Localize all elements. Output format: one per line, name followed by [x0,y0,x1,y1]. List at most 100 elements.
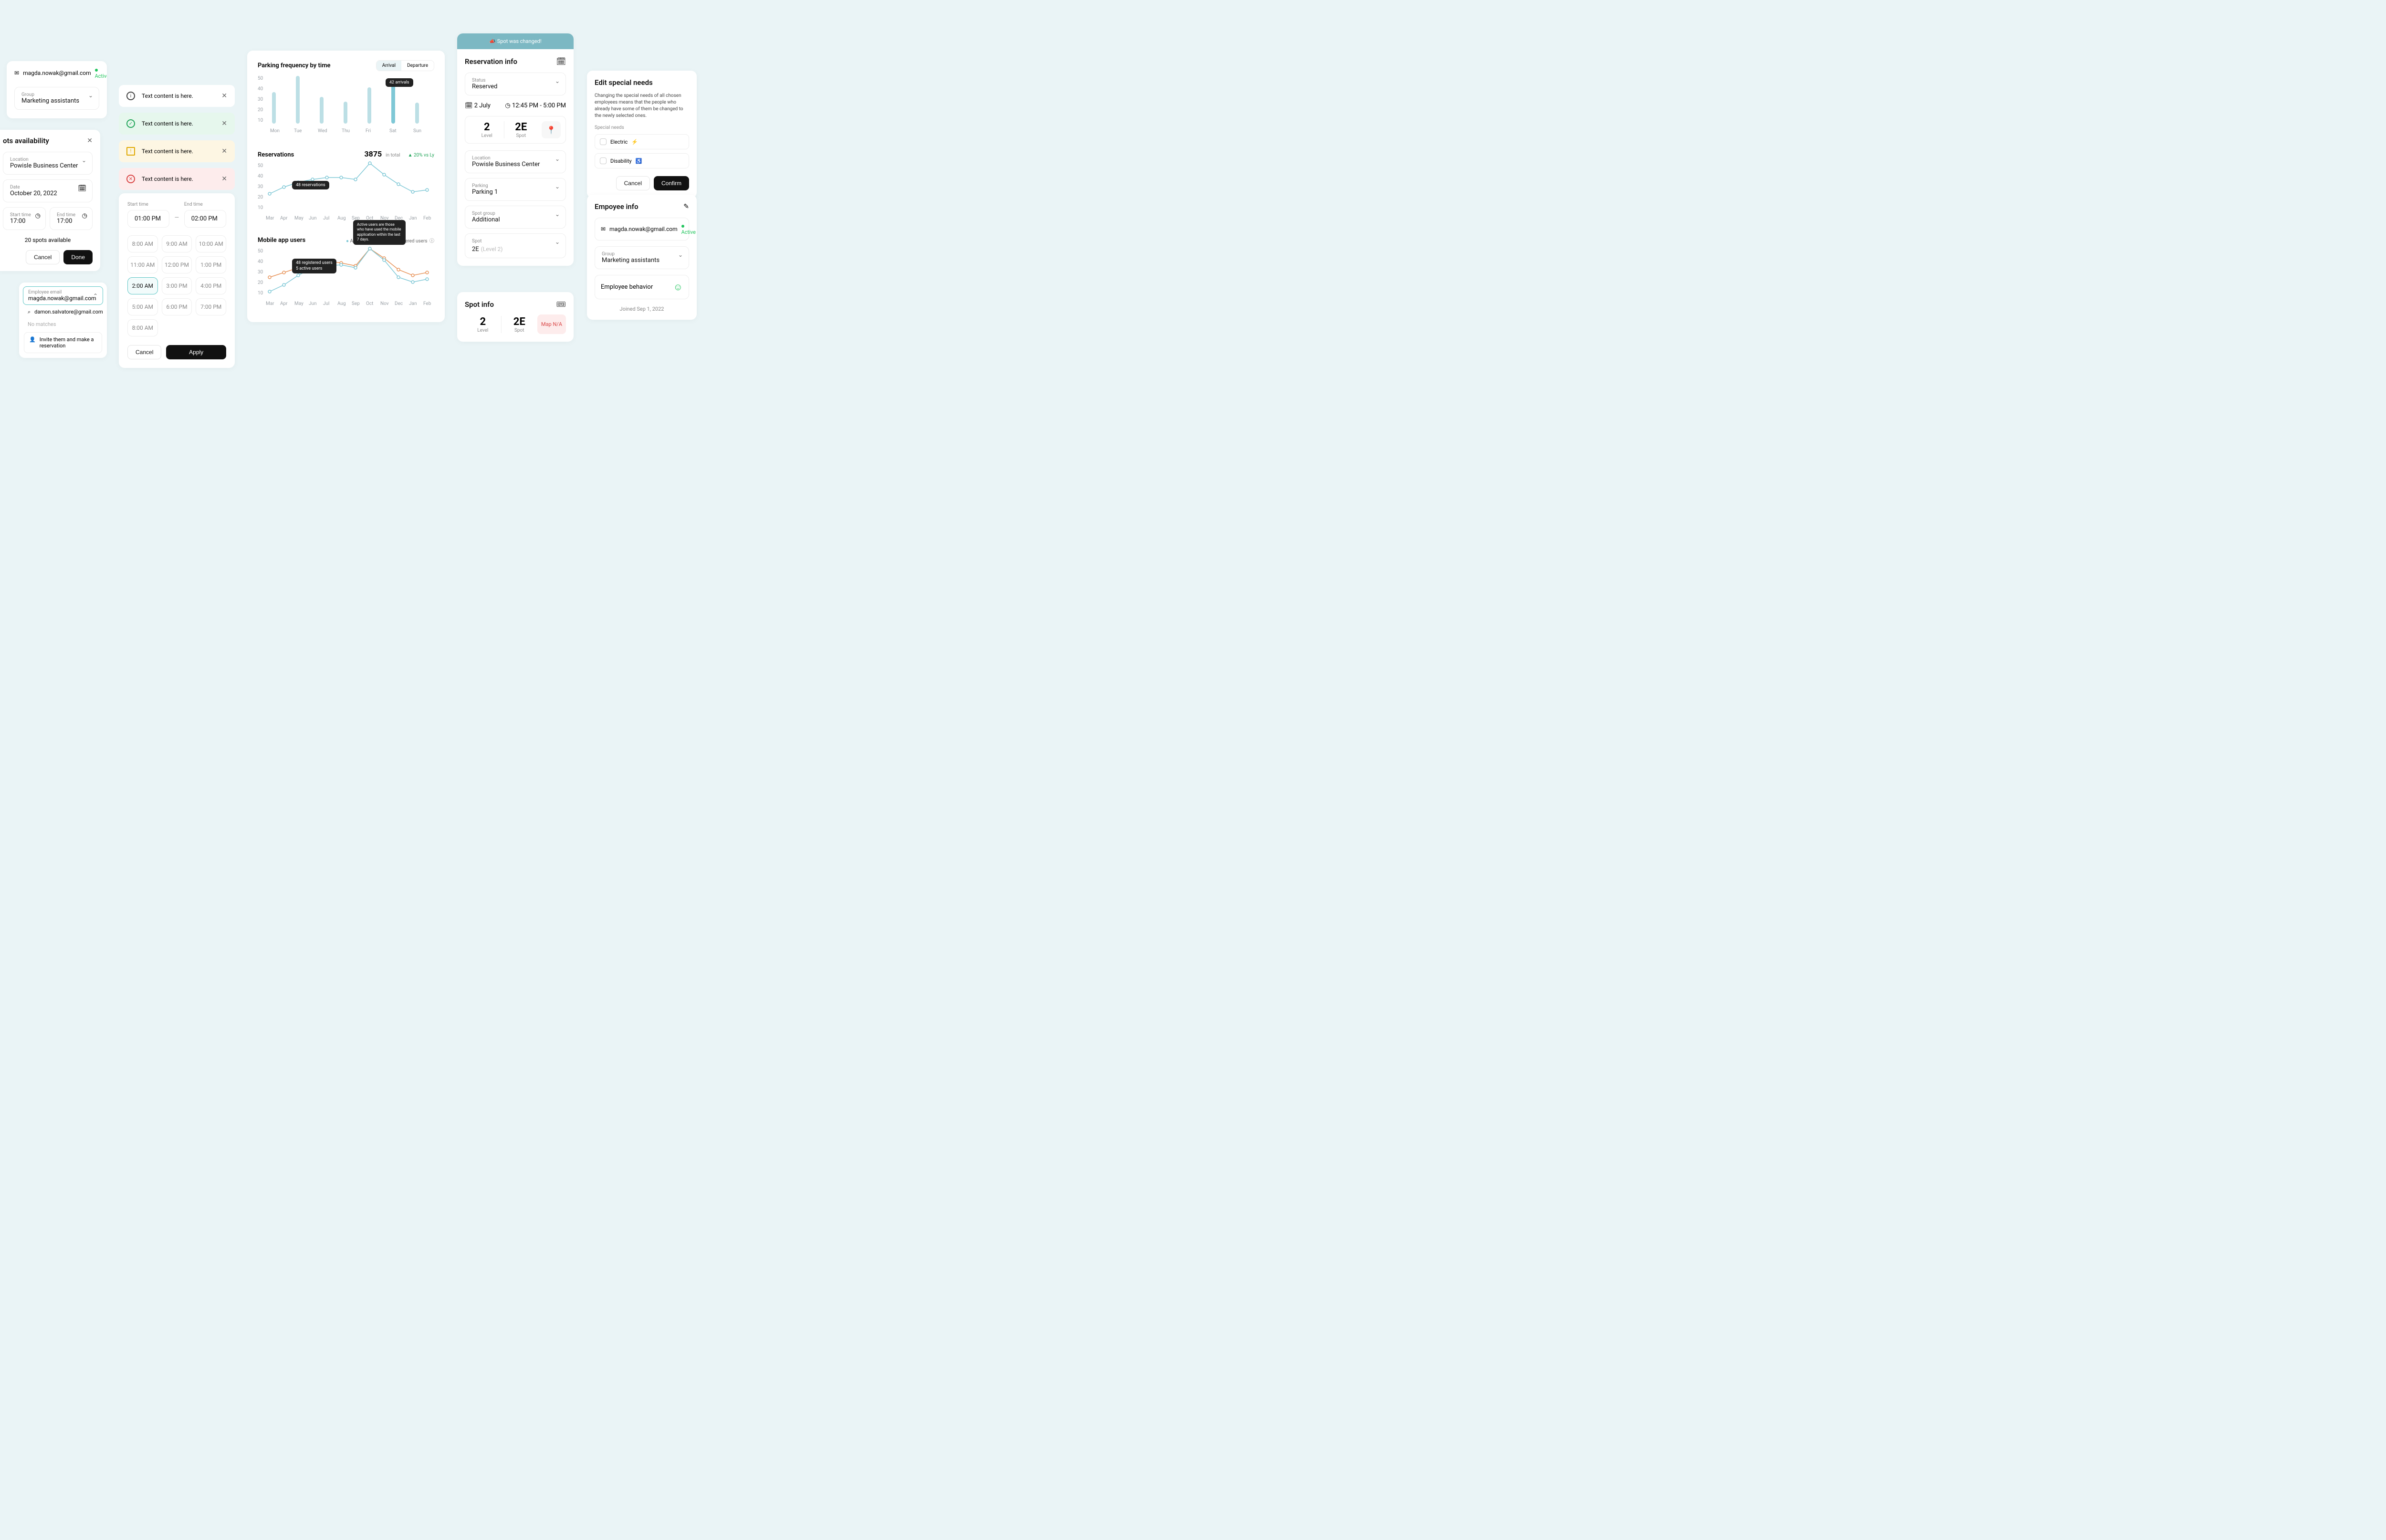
bar-tooltip: 42 arrivals [386,78,413,87]
time-option[interactable]: 4:00 PM [196,277,226,294]
svg-text:Mar: Mar [266,301,274,306]
chevron-down-icon: ⌄ [555,78,560,84]
svg-text:Jul: Jul [323,301,329,306]
reservations-total: 3875 [364,149,382,158]
bolt-icon: ⚡ [631,139,638,145]
svg-text:Tue: Tue [294,128,302,134]
end-time-field[interactable]: End time 17:00 ◷ [50,207,93,230]
mobile-users-title: Mobile app users [258,237,305,244]
svg-text:Jan: Jan [409,216,417,221]
confirm-button[interactable]: Confirm [654,176,689,190]
svg-text:Feb: Feb [423,301,431,306]
time-option[interactable]: 9:00 AM [162,235,192,252]
megaphone-icon: 📣 [489,38,496,44]
start-time-input[interactable]: 01:00 PM [127,210,169,228]
parking-select[interactable]: Parking Parking 1 ⌄ [465,178,566,201]
warning-icon: ! [126,147,135,156]
svg-text:40: 40 [258,174,263,179]
invite-button[interactable]: 👤Invite them and make a reservation [24,332,102,353]
alert-warning: !Text content is here.✕ [119,140,235,162]
combobox-option[interactable]: ⌕damon.salvatore@gmail.com [23,305,103,319]
reservations-title: Reservations [258,151,294,158]
svg-text:10: 10 [258,118,263,123]
time-option[interactable]: 6:00 PM [162,298,192,315]
location-select[interactable]: Location Powisle Business Center ⌄ [3,152,93,175]
svg-text:30: 30 [258,184,263,189]
group-select[interactable]: Group Marketing assistants ⌄ [14,87,99,110]
info-icon[interactable]: ⓘ [429,239,434,244]
svg-text:Aug: Aug [337,216,346,221]
close-icon[interactable]: ✕ [87,137,93,145]
time-option[interactable]: 8:00 AM [127,319,158,336]
time-option[interactable]: 3:00 PM [162,277,192,294]
date-field[interactable]: Date October 20, 2022 🗓 [3,179,93,202]
svg-text:40: 40 [258,259,263,264]
svg-text:Jun: Jun [309,216,317,221]
svg-text:10: 10 [258,205,263,210]
time-option[interactable]: 10:00 AM [196,235,226,252]
time-option[interactable]: 7:00 PM [196,298,226,315]
tab-arrival[interactable]: Arrival [377,61,401,71]
special-needs-title: Edit special needs [595,78,689,87]
email-combobox[interactable]: Employee email magda.nowak@gmail.com ⌃ [23,286,103,305]
time-option[interactable]: 8:00 AM [127,235,158,252]
no-matches-text: No matches [23,319,103,329]
cancel-button[interactable]: Cancel [127,345,161,359]
checkbox-disability[interactable]: Disability ♿ [595,153,689,168]
line-tooltip: 48 reservations [292,181,329,189]
svg-text:10: 10 [258,291,263,296]
svg-text:Mon: Mon [270,128,280,134]
time-option[interactable]: 11:00 AM [127,256,158,273]
close-icon[interactable]: ✕ [221,147,227,155]
time-option[interactable]: 1:00 PM [196,256,226,273]
error-icon: ✕ [126,175,135,183]
start-time-field[interactable]: Start time 17:00 ◷ [3,207,46,230]
cancel-button[interactable]: Cancel [616,176,650,190]
time-option[interactable]: 2:00 AM [127,277,158,294]
employee-email: magda.nowak@gmail.com [23,70,91,76]
svg-text:20: 20 [258,195,263,200]
svg-text:Apr: Apr [280,301,288,306]
svg-text:30: 30 [258,97,263,102]
checkbox-electric[interactable]: Electric ⚡ [595,134,689,149]
svg-text:20: 20 [258,107,263,113]
location-select[interactable]: Location Powisle Business Center ⌄ [465,150,566,173]
map-pin-button[interactable]: 📍 [542,121,561,138]
cancel-button[interactable]: Cancel [26,250,60,264]
ticket-icon[interactable]: 🎟 [556,300,566,309]
spot-group-select[interactable]: Spot group Additional ⌄ [465,206,566,229]
face-smile-icon: ☺ [673,281,683,293]
tab-departure[interactable]: Departure [401,61,434,71]
time-option[interactable]: 5:00 AM [127,298,158,315]
svg-text:Fri: Fri [366,128,371,134]
employee-info-title: Empoyee info [595,202,638,211]
done-button[interactable]: Done [63,250,93,264]
svg-text:Feb: Feb [423,216,431,221]
alert-info: iText content is here.✕ [119,85,235,107]
spot-select[interactable]: Spot 2E (Level 2) ⌄ [465,233,566,258]
edit-icon[interactable]: ✎ [683,203,689,210]
svg-text:Aug: Aug [337,301,346,306]
svg-text:Dec: Dec [395,301,403,306]
apply-button[interactable]: Apply [166,345,226,359]
svg-text:Thu: Thu [342,128,350,134]
reservation-info-title: Reservation info [465,57,517,66]
group-select[interactable]: Group Marketing assistants ⌄ [595,246,689,269]
close-icon[interactable]: ✕ [221,120,227,127]
employee-email: magda.nowak@gmail.com [609,226,678,232]
calendar-icon: 🗓 [78,185,86,192]
clock-icon: ◷ [35,212,41,220]
svg-text:50: 50 [258,76,263,81]
svg-text:Sat: Sat [389,128,397,134]
calendar-icon[interactable]: 🗓 [556,57,566,66]
close-icon[interactable]: ✕ [221,175,227,183]
chevron-up-icon: ⌃ [93,293,98,299]
employee-status: Active [95,73,107,79]
status-select[interactable]: Status Reserved ⌄ [465,73,566,95]
chevron-down-icon: ⌄ [555,156,560,162]
end-time-input[interactable]: 02:00 PM [184,210,226,228]
close-icon[interactable]: ✕ [221,92,227,100]
svg-text:Wed: Wed [318,128,327,134]
map-pin-icon: 📍 [546,126,556,135]
time-option[interactable]: 12:00 PM [162,256,192,273]
